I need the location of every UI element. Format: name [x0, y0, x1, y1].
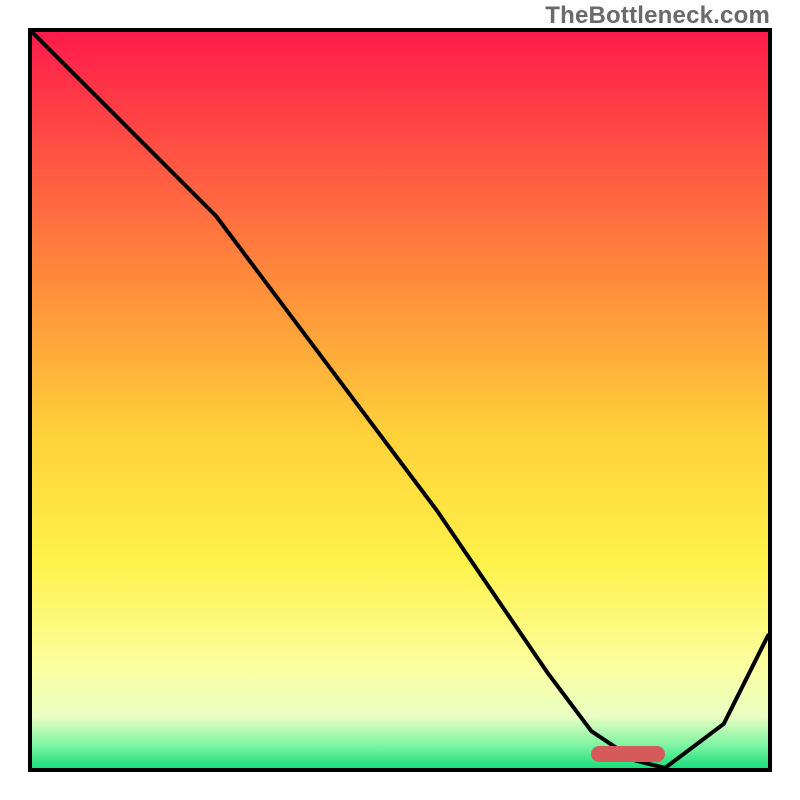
- plot-area: [28, 28, 772, 772]
- optimal-range-marker: [591, 746, 665, 762]
- watermark-text: TheBottleneck.com: [545, 2, 770, 30]
- curve-line: [32, 32, 768, 768]
- chart-frame: TheBottleneck.com: [0, 0, 800, 800]
